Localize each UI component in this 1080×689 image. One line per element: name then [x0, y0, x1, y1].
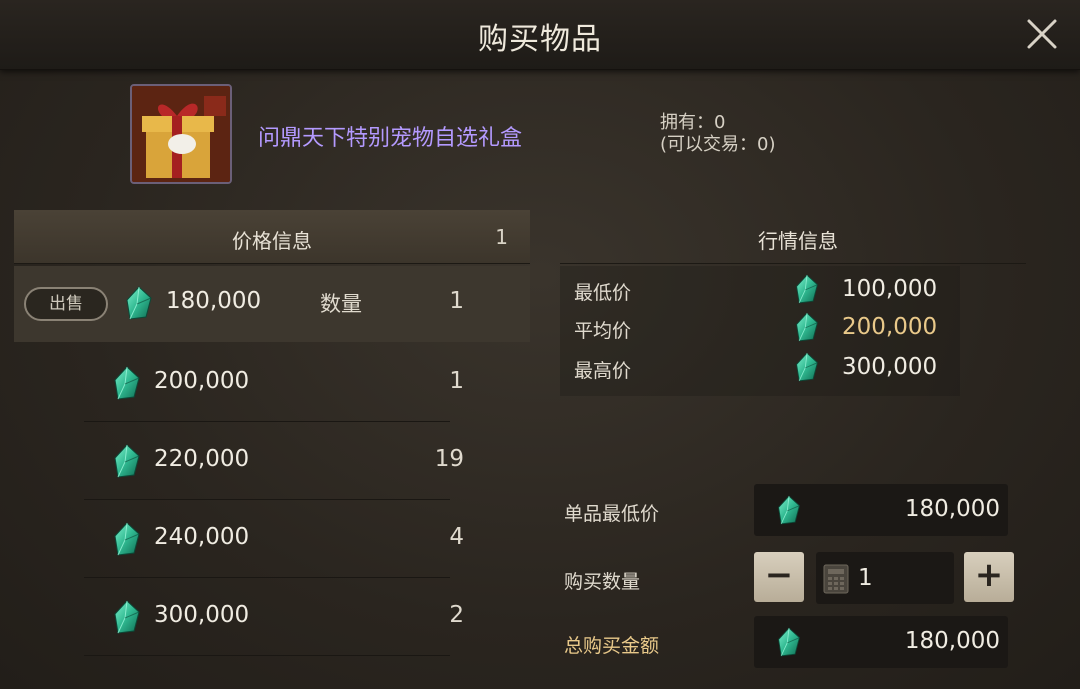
total-amount-field: 180,000 [754, 616, 1008, 668]
unit-min-price-label: 单品最低价 [564, 503, 660, 525]
gem-icon [794, 312, 820, 342]
item-name: 问鼎天下特别宠物自选礼盒 [258, 126, 523, 151]
listing-price: 180,000 [166, 288, 262, 314]
item-header: 问鼎天下特别宠物自选礼盒 拥有：0 (可以交易：0) [0, 72, 1080, 192]
gem-icon [112, 444, 142, 478]
listing-qty: 4 [449, 524, 464, 550]
listing-row[interactable]: 240,000 4 [14, 502, 530, 578]
listing-price: 300,000 [154, 602, 250, 628]
listing-row[interactable]: 200,000 1 [14, 346, 530, 422]
calculator-icon[interactable] [822, 564, 850, 594]
listing-row-selected[interactable]: 出售 180,000 数量 1 [14, 266, 530, 342]
decrease-qty-button[interactable]: − [754, 552, 804, 602]
total-amount-value: 180,000 [904, 628, 1000, 654]
market-info-title: 行情信息 [758, 229, 838, 253]
purchase-qty-row: 购买数量 − + [560, 552, 1026, 608]
unit-min-price-row: 单品最低价 180,000 [560, 484, 1026, 540]
listing-price: 220,000 [154, 446, 250, 472]
price-info-count: 1 [495, 225, 508, 249]
quantity-label: 数量 [320, 292, 362, 316]
dialog-title: 购买物品 [478, 22, 602, 57]
price-info-panel: 价格信息 1 出售 180,000 数量 1 200,000 1 220,000… [14, 210, 530, 689]
owned-info: 拥有：0 (可以交易：0) [660, 112, 776, 156]
listing-price: 240,000 [154, 524, 250, 550]
gift-box-icon [130, 84, 232, 184]
close-icon[interactable] [1020, 12, 1064, 56]
gem-icon [776, 626, 802, 658]
listing-qty: 2 [449, 602, 464, 628]
quantity-stepper[interactable] [816, 552, 954, 604]
row-divider [84, 577, 450, 578]
sell-button[interactable]: 出售 [24, 287, 108, 321]
increase-qty-button[interactable]: + [964, 552, 1014, 602]
gem-icon [124, 286, 154, 320]
tradable-count: (可以交易：0) [660, 134, 776, 155]
gem-icon [112, 366, 142, 400]
unit-min-price-field: 180,000 [754, 484, 1008, 536]
listing-qty: 1 [449, 288, 464, 314]
purchase-qty-label: 购买数量 [564, 571, 641, 593]
market-value: 200,000 [842, 314, 938, 340]
gem-icon [794, 352, 820, 382]
title-bar: 购买物品 [0, 0, 1080, 70]
listing-price: 200,000 [154, 368, 250, 394]
quantity-input[interactable] [858, 562, 948, 594]
listing-qty: 19 [434, 446, 464, 472]
market-stats: 最低价 100,000 平均价 200,000 最高价 300,000 [560, 266, 960, 396]
listing-row[interactable]: 300,000 2 [14, 580, 530, 656]
price-info-title: 价格信息 [232, 229, 312, 253]
gem-icon [112, 522, 142, 556]
market-info-header: 行情信息 [560, 210, 1026, 264]
market-row-avg: 平均价 200,000 [560, 308, 960, 348]
market-label: 最高价 [574, 360, 632, 382]
row-divider [84, 655, 450, 656]
market-info-panel: 行情信息 最低价 100,000 平均价 200,000 最高价 300,000… [560, 210, 1026, 689]
market-value: 300,000 [842, 354, 938, 380]
row-divider [84, 499, 450, 500]
total-amount-label: 总购买金额 [564, 635, 660, 657]
market-row-max: 最高价 300,000 [560, 348, 960, 388]
market-label: 平均价 [574, 320, 632, 342]
listing-qty: 1 [449, 368, 464, 394]
owned-count: 拥有：0 [660, 112, 726, 133]
gem-icon [776, 494, 802, 526]
gem-icon [112, 600, 142, 634]
listing-row[interactable]: 220,000 19 [14, 424, 530, 500]
buy-item-dialog: 购买物品 问鼎天下特别宠物自选礼盒 拥有：0 (可以交易：0) 价格信息 1 出… [0, 0, 1080, 689]
price-info-header: 价格信息 1 [14, 210, 530, 264]
gem-icon [794, 274, 820, 304]
market-value: 100,000 [842, 276, 938, 302]
unit-min-price-value: 180,000 [904, 496, 1000, 522]
market-row-min: 最低价 100,000 [560, 270, 960, 310]
total-amount-row: 总购买金额 180,000 [560, 616, 1026, 672]
row-divider [84, 421, 450, 422]
market-label: 最低价 [574, 282, 632, 304]
